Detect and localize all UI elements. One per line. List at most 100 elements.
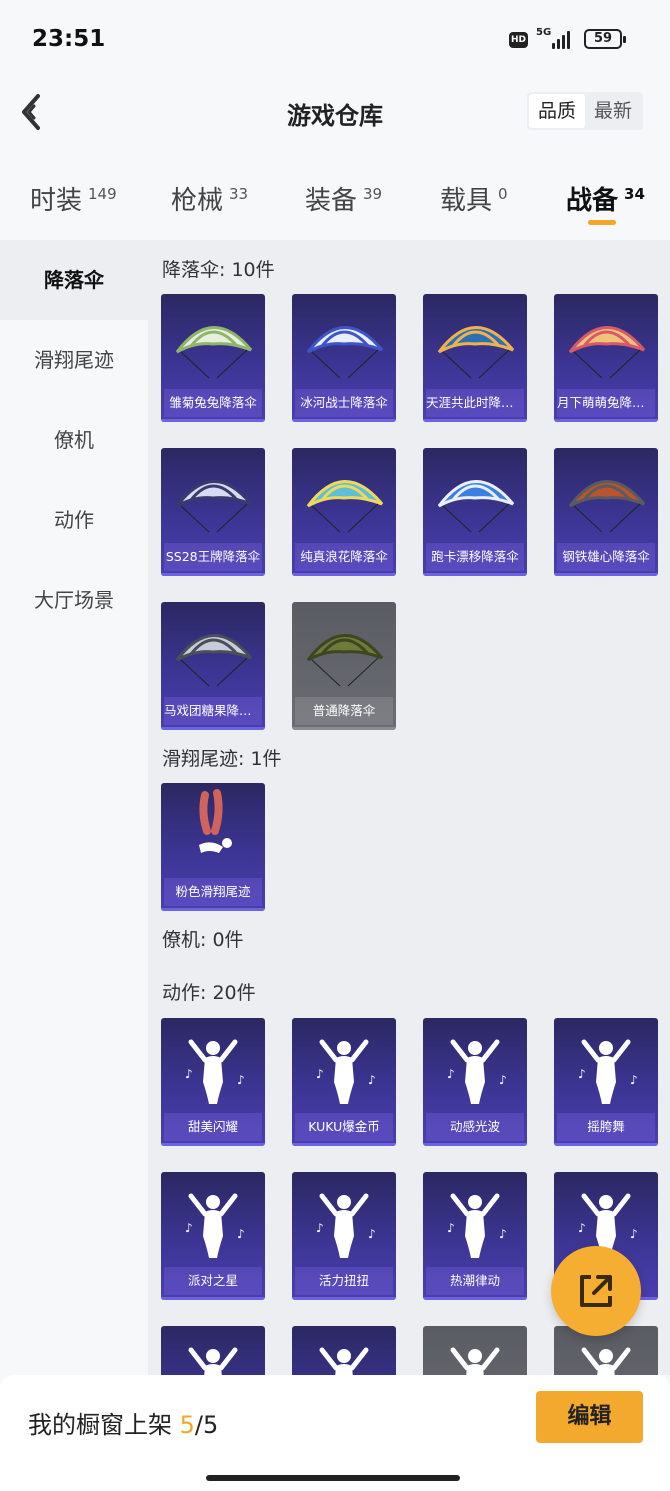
sort-toggle: 品质 最新: [527, 92, 643, 130]
emote-card[interactable]: ♪ ♪: [161, 1326, 265, 1375]
item-label: SS28王牌降落伞: [164, 543, 262, 571]
parachute-card[interactable]: 冰河战士降落伞: [292, 294, 396, 422]
sort-newest-button[interactable]: 最新: [585, 92, 641, 130]
sidebar-item-wingman[interactable]: 僚机: [0, 400, 148, 480]
rarity-stripe: [423, 1297, 527, 1300]
tab-guns[interactable]: 枪械 33: [171, 180, 248, 217]
svg-text:♪: ♪: [447, 1221, 455, 1235]
parachute-icon: [175, 634, 253, 687]
battery-icon: 59: [584, 29, 626, 49]
item-label: 摇胯舞: [557, 1113, 655, 1141]
parachute-icon: [306, 634, 384, 687]
emote-figure-icon: ♪ ♪: [188, 1347, 238, 1375]
item-label: 跑卡漂移降落伞: [426, 543, 524, 571]
trail-card[interactable]: 粉色滑翔尾迹: [161, 783, 265, 911]
svg-text:♪: ♪: [578, 1067, 586, 1081]
parachute-icon: [306, 480, 384, 533]
emote-figure-icon: ♪ ♪: [316, 1193, 376, 1258]
parachute-icon: [437, 326, 515, 379]
item-label: 冰河战士降落伞: [295, 389, 393, 417]
svg-text:♪: ♪: [630, 1073, 638, 1087]
parachute-icon: [568, 480, 646, 533]
section-title-trail: 滑翔尾迹: 1件: [162, 748, 282, 770]
showcase-count: 我的橱窗上架 5/5: [28, 1411, 219, 1439]
emote-card[interactable]: ♪ ♪ 动感光波: [423, 1018, 527, 1146]
svg-text:♪: ♪: [630, 1227, 638, 1241]
parachute-card[interactable]: 纯真浪花降落伞: [292, 448, 396, 576]
item-label: KUKU爆金币: [295, 1113, 393, 1141]
tab-equipment[interactable]: 装备 39: [305, 180, 382, 217]
emote-card[interactable]: ♪ ♪: [423, 1326, 527, 1375]
rarity-stripe: [161, 1143, 265, 1146]
share-button[interactable]: [551, 1246, 641, 1336]
parachute-card[interactable]: 月下萌萌兔降落伞: [554, 294, 658, 422]
emote-card[interactable]: ♪ ♪ 派对之星: [161, 1172, 265, 1300]
active-tab-indicator: [588, 220, 616, 225]
item-label: 普通降落伞: [295, 697, 393, 725]
tab-fashion[interactable]: 时装 149: [30, 180, 117, 217]
item-label: 月下萌萌兔降落伞: [557, 389, 655, 417]
sidebar-item-emote[interactable]: 动作: [0, 480, 148, 560]
glide-trail-icon: [199, 789, 232, 853]
parachute-card[interactable]: 普通降落伞: [292, 602, 396, 730]
tab-vehicles[interactable]: 载具 0: [440, 180, 508, 217]
item-label: 甜美闪耀: [164, 1113, 262, 1141]
svg-text:♪: ♪: [237, 1073, 245, 1087]
emote-card[interactable]: ♪ ♪ 甜美闪耀: [161, 1018, 265, 1146]
item-label: 天涯共此时降落伞: [426, 389, 524, 417]
sort-quality-button[interactable]: 品质: [529, 94, 585, 128]
rarity-stripe: [554, 573, 658, 576]
svg-text:♪: ♪: [499, 1227, 507, 1241]
rarity-stripe: [554, 1143, 658, 1146]
emote-figure-icon: ♪ ♪: [319, 1347, 369, 1375]
rarity-stripe: [161, 573, 265, 576]
parachute-card[interactable]: 雏菊兔兔降落伞: [161, 294, 265, 422]
parachute-icon: [306, 326, 384, 379]
emote-card[interactable]: ♪ ♪ KUKU爆金币: [292, 1018, 396, 1146]
category-tabs: 时装 149 枪械 33 装备 39 载具 0 战备 34: [0, 170, 670, 240]
section-title-emote: 动作: 20件: [162, 982, 256, 1004]
item-label: 热潮律动: [426, 1267, 524, 1295]
emote-figure-icon: ♪ ♪: [447, 1193, 507, 1258]
parachute-card[interactable]: 马戏团糖果降落伞: [161, 602, 265, 730]
emote-card[interactable]: ♪ ♪ 活力扭扭: [292, 1172, 396, 1300]
item-label: 马戏团糖果降落伞: [164, 697, 262, 725]
svg-text:♪: ♪: [316, 1067, 324, 1081]
parachute-icon: [175, 480, 253, 533]
parachute-card[interactable]: SS28王牌降落伞: [161, 448, 265, 576]
emote-card[interactable]: ♪ ♪ 热潮律动: [423, 1172, 527, 1300]
svg-text:♪: ♪: [578, 1221, 586, 1235]
item-label: 活力扭扭: [295, 1267, 393, 1295]
sidebar: 降落伞 滑翔尾迹 僚机 动作 大厅场景: [0, 240, 148, 1375]
emote-figure-icon: ♪ ♪: [447, 1039, 507, 1104]
svg-text:♪: ♪: [368, 1227, 376, 1241]
rarity-stripe: [554, 419, 658, 422]
status-bar: 23:51 HD 5G 59: [0, 0, 670, 80]
sidebar-item-trail[interactable]: 滑翔尾迹: [0, 320, 148, 400]
rarity-stripe: [292, 573, 396, 576]
parachute-card[interactable]: 钢铁雄心降落伞: [554, 448, 658, 576]
item-grid: 降落伞: 10件 滑翔尾迹: 1件 僚机: 0件 动作: 20件 雏菊兔兔降落伞…: [148, 240, 670, 1375]
parachute-icon: [437, 480, 515, 533]
item-label: 派对之星: [164, 1267, 262, 1295]
parachute-card[interactable]: 跑卡漂移降落伞: [423, 448, 527, 576]
edit-button[interactable]: 编辑: [536, 1391, 643, 1443]
rarity-stripe: [292, 419, 396, 422]
rarity-stripe: [423, 1143, 527, 1146]
svg-text:♪: ♪: [237, 1227, 245, 1241]
rarity-stripe: [161, 419, 265, 422]
sidebar-item-lobby-scene[interactable]: 大厅场景: [0, 560, 148, 640]
emote-card[interactable]: ♪ ♪ 摇胯舞: [554, 1018, 658, 1146]
parachute-icon: [568, 326, 646, 379]
emote-figure-icon: ♪ ♪: [185, 1193, 245, 1258]
emote-card[interactable]: ♪ ♪: [292, 1326, 396, 1375]
emote-figure-icon: ♪ ♪: [316, 1039, 376, 1104]
parachute-card[interactable]: 天涯共此时降落伞: [423, 294, 527, 422]
item-label: 动感光波: [426, 1113, 524, 1141]
home-indicator: [206, 1475, 460, 1481]
rarity-stripe: [423, 419, 527, 422]
svg-text:♪: ♪: [368, 1073, 376, 1087]
sidebar-item-parachute[interactable]: 降落伞: [0, 240, 148, 320]
tab-combat-gear[interactable]: 战备 34: [566, 180, 645, 217]
network-label: 5G: [536, 27, 552, 38]
